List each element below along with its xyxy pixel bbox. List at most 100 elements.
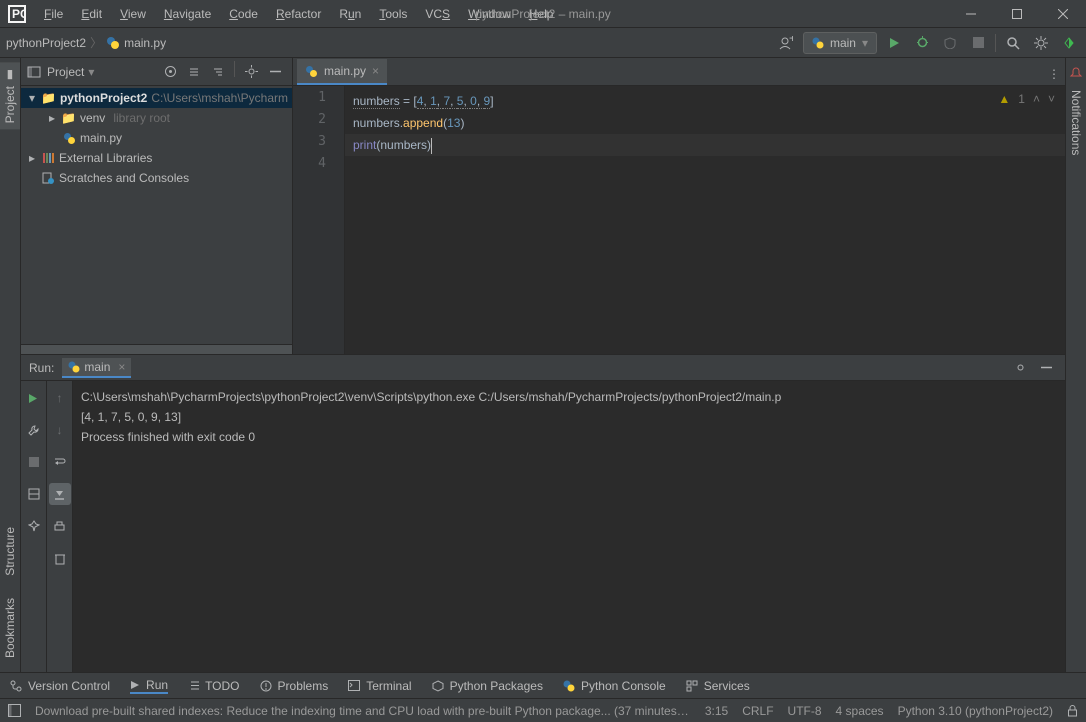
stripe-bookmarks[interactable]: Bookmarks [0, 592, 20, 664]
svg-text:PC: PC [12, 7, 26, 21]
tree-venv-tag: library root [113, 111, 170, 125]
tree-project-root[interactable]: ▾ 📁 pythonProject2 C:\Users\mshah\Pychar… [21, 88, 292, 108]
hide-pane-icon[interactable] [264, 61, 286, 83]
scrollbar-horizontal[interactable] [21, 344, 292, 354]
menu-navigate[interactable]: Navigate [156, 3, 219, 25]
coverage-button[interactable] [939, 32, 961, 54]
debug-button[interactable] [911, 32, 933, 54]
python-file-icon [63, 132, 76, 145]
code-line-4[interactable] [345, 156, 1065, 178]
close-icon[interactable]: × [118, 360, 125, 374]
editor-tab-main[interactable]: main.py × [297, 59, 387, 85]
status-encoding[interactable]: UTF-8 [788, 704, 822, 718]
library-icon [41, 151, 55, 165]
stripe-project[interactable]: Project ▮ [0, 62, 20, 129]
tool-python-packages[interactable]: Python Packages [432, 679, 543, 693]
code-with-me-icon[interactable] [1058, 32, 1080, 54]
window-title: pythonProject2 – main.py [475, 7, 610, 21]
run-tool-window: Run: main × [21, 354, 1065, 672]
down-arrow-icon[interactable]: ↓ [49, 419, 71, 441]
stripe-structure[interactable]: Structure [0, 521, 20, 582]
run-tab[interactable]: main × [62, 358, 131, 378]
notifications-bell-icon[interactable] [1069, 62, 1083, 84]
stripe-notifications[interactable]: Notifications [1066, 84, 1086, 161]
close-button[interactable] [1040, 0, 1086, 28]
tree-venv[interactable]: ▸ 📁 venv library root [21, 108, 292, 128]
breadcrumb-file[interactable]: main.py [124, 36, 166, 50]
status-message[interactable]: Download pre-built shared indexes: Reduc… [35, 704, 691, 718]
window-controls [948, 0, 1086, 28]
tool-terminal[interactable]: Terminal [348, 679, 411, 693]
menu-refactor[interactable]: Refactor [268, 3, 329, 25]
status-indent[interactable]: 4 spaces [836, 704, 884, 718]
up-arrow-icon[interactable]: ↑ [49, 387, 71, 409]
rerun-icon[interactable] [23, 387, 45, 409]
pin-icon[interactable] [23, 515, 45, 537]
layout-icon[interactable] [23, 483, 45, 505]
editor-gutter: 1 2 3 4 [293, 86, 345, 354]
breadcrumb-project[interactable]: pythonProject2 [6, 36, 86, 50]
menu-code[interactable]: Code [221, 3, 266, 25]
menu-tools[interactable]: Tools [371, 3, 415, 25]
status-interpreter[interactable]: Python 3.10 (pythonProject2) [898, 704, 1053, 718]
trash-icon[interactable] [49, 547, 71, 569]
status-caret-pos[interactable]: 3:15 [705, 704, 728, 718]
lock-icon[interactable] [1067, 705, 1078, 717]
tool-python-console[interactable]: Python Console [563, 679, 666, 693]
editor-body[interactable]: 1 2 3 4 numbers = [4, 1, 7, 5, 0, 9] num… [293, 86, 1065, 354]
code-area[interactable]: numbers = [4, 1, 7, 5, 0, 9] numbers.app… [345, 86, 1065, 354]
code-line-1[interactable]: numbers = [4, 1, 7, 5, 0, 9] [345, 90, 1065, 112]
console-line: C:\Users\mshah\PycharmProjects\pythonPro… [81, 387, 1057, 407]
next-highlight-icon[interactable]: ˅ [1048, 92, 1055, 106]
line-number: 1 [293, 90, 344, 112]
stop-button[interactable] [967, 32, 989, 54]
pane-settings-icon[interactable] [240, 61, 262, 83]
run-config-dropdown[interactable]: main ▾ [803, 32, 877, 54]
hide-run-icon[interactable] [1035, 357, 1057, 379]
console-output[interactable]: C:\Users\mshah\PycharmProjects\pythonPro… [73, 381, 1065, 672]
project-view-dropdown[interactable]: Project ▾ [47, 65, 94, 79]
menu-run[interactable]: Run [331, 3, 369, 25]
tool-windows-icon[interactable] [8, 704, 21, 717]
prev-highlight-icon[interactable]: ˄ [1033, 92, 1040, 106]
stop-icon[interactable] [23, 451, 45, 473]
editor-more-icon[interactable]: ⋮ [1043, 63, 1065, 85]
expand-all-icon[interactable] [183, 61, 205, 83]
collapse-all-icon[interactable] [207, 61, 229, 83]
warning-count: 1 [1018, 92, 1025, 106]
tree-main-py[interactable]: main.py [21, 128, 292, 148]
print-icon[interactable] [49, 515, 71, 537]
project-tree[interactable]: ▾ 📁 pythonProject2 C:\Users\mshah\Pychar… [21, 86, 292, 344]
select-opened-file-icon[interactable] [159, 61, 181, 83]
tool-problems[interactable]: Problems [260, 679, 329, 693]
run-config-label: main [830, 36, 856, 50]
maximize-button[interactable] [994, 0, 1040, 28]
code-line-2[interactable]: numbers.append(13) [345, 112, 1065, 134]
inspection-widget[interactable]: ▲ 1 ˄ ˅ [998, 92, 1055, 106]
settings-icon[interactable] [1030, 32, 1052, 54]
folder-icon: 📁 [61, 111, 76, 125]
menu-view[interactable]: View [112, 3, 154, 25]
run-button[interactable] [883, 32, 905, 54]
add-user-icon[interactable]: + [775, 32, 797, 54]
bottom-tool-strip: Version Control Run TODO Problems Termin… [0, 672, 1086, 698]
status-eol[interactable]: CRLF [742, 704, 773, 718]
menu-vcs[interactable]: VCS [417, 3, 458, 25]
tool-services[interactable]: Services [686, 679, 750, 693]
close-tab-icon[interactable]: × [372, 64, 379, 78]
menu-file[interactable]: File [36, 3, 71, 25]
minimize-button[interactable] [948, 0, 994, 28]
menu-edit[interactable]: Edit [73, 3, 110, 25]
run-title: Run: [29, 361, 54, 375]
tool-run[interactable]: Run [130, 678, 168, 694]
search-everywhere-icon[interactable] [1002, 32, 1024, 54]
wrench-icon[interactable] [23, 419, 45, 441]
soft-wrap-icon[interactable] [49, 451, 71, 473]
run-settings-icon[interactable] [1009, 357, 1031, 379]
tool-todo[interactable]: TODO [188, 679, 239, 693]
code-line-3[interactable]: print(numbers) [345, 134, 1065, 156]
scroll-to-end-icon[interactable] [49, 483, 71, 505]
tool-version-control[interactable]: Version Control [10, 679, 110, 693]
tree-external-libs[interactable]: ▸ External Libraries [21, 148, 292, 168]
tree-scratches[interactable]: Scratches and Consoles [21, 168, 292, 188]
